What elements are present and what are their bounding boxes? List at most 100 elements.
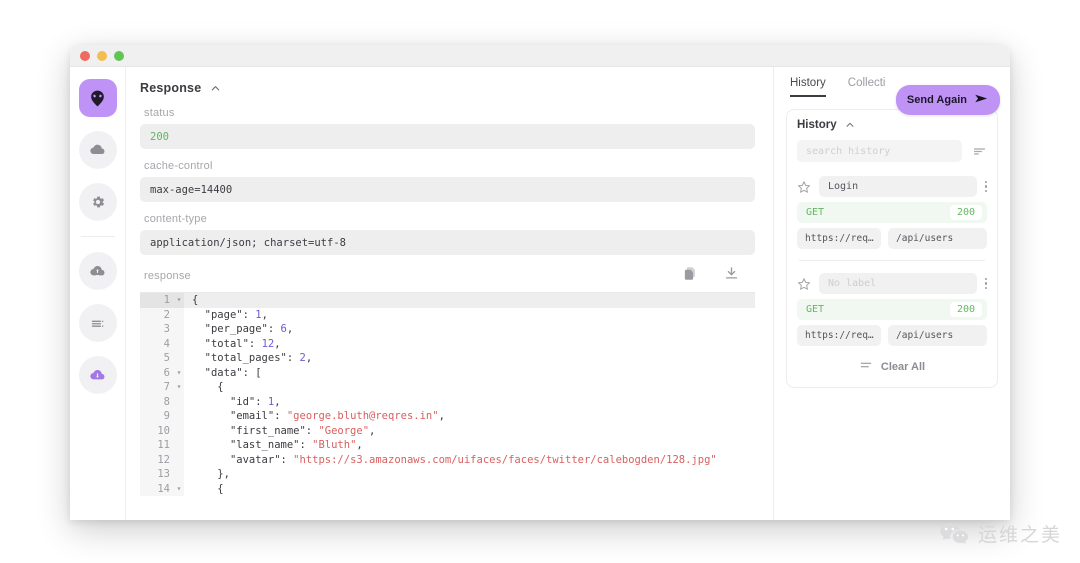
content-type-label: content-type: [144, 213, 755, 225]
list-icon: [89, 315, 106, 332]
sidebar-rail: [70, 67, 126, 520]
history-entry[interactable]: Login GET 200 https://req… /api/users: [797, 176, 987, 249]
response-header: Response: [140, 81, 755, 95]
cloud-icon: [89, 142, 106, 159]
code-text: "id": 1,: [184, 395, 281, 410]
clear-all-label: Clear All: [881, 361, 925, 373]
kebab-icon[interactable]: [985, 181, 988, 193]
sidebar-item-cloud[interactable]: [79, 131, 117, 169]
code-line: 6▾ "data": [: [140, 366, 755, 381]
copy-icon[interactable]: [683, 266, 698, 286]
page-title: Response: [140, 81, 201, 95]
code-text: "first_name": "George",: [184, 424, 375, 439]
sidebar-item-alien[interactable]: [79, 79, 117, 117]
line-number: 5: [140, 351, 174, 366]
send-again-label: Send Again: [907, 94, 967, 106]
fold-spacer: [174, 308, 184, 323]
line-number: 12: [140, 453, 174, 468]
request-path[interactable]: /api/users: [888, 325, 987, 346]
response-actions: [683, 266, 755, 286]
fold-toggle-icon[interactable]: ▾: [174, 380, 184, 395]
code-text: "data": [: [184, 366, 262, 381]
alien-icon: [88, 89, 107, 108]
status-badge: 200: [950, 302, 982, 317]
request-host[interactable]: https://req…: [797, 228, 881, 249]
sidebar-item-cloud-upload[interactable]: [79, 252, 117, 290]
fold-toggle-icon[interactable]: ▾: [174, 366, 184, 381]
content-type-value: application/json; charset=utf-8: [140, 230, 755, 255]
sidebar-item-cloud-download[interactable]: [79, 356, 117, 394]
history-entry-url-row: https://req… /api/users: [797, 325, 987, 346]
history-entry-label[interactable]: Login: [819, 176, 977, 197]
fold-spacer: [174, 424, 184, 439]
code-text: "per_page": 6,: [184, 322, 293, 337]
request-path[interactable]: /api/users: [888, 228, 987, 249]
request-method: GET: [806, 207, 824, 218]
line-number: 2: [140, 308, 174, 323]
minimize-button[interactable]: [97, 51, 107, 61]
code-line: 7▾ {: [140, 380, 755, 395]
sidebar-item-settings[interactable]: [79, 183, 117, 221]
tab-collections[interactable]: Collecti: [848, 77, 886, 97]
cloud-upload-icon: [89, 263, 106, 280]
send-again-button[interactable]: Send Again: [896, 85, 1000, 115]
cloud-download-icon: [89, 367, 106, 384]
send-icon: [974, 91, 989, 109]
kebab-icon[interactable]: [985, 278, 988, 290]
star-icon[interactable]: [797, 277, 811, 291]
code-text: "total": 12,: [184, 337, 281, 352]
wechat-icon: [939, 521, 969, 547]
code-line: 8 "id": 1,: [140, 395, 755, 410]
fold-spacer: [174, 438, 184, 453]
lines-icon: [859, 358, 873, 375]
fold-spacer: [174, 351, 184, 366]
history-pane: History Collecti Send Again History sear…: [774, 67, 1010, 520]
request-host[interactable]: https://req…: [797, 325, 881, 346]
history-card: History search history: [786, 109, 998, 388]
watermark-text: 运维之美: [978, 520, 1062, 547]
chevron-up-icon[interactable]: [210, 83, 221, 94]
history-entry-header: No label: [797, 273, 987, 294]
history-entry[interactable]: No label GET 200 https://req… /api/users: [797, 273, 987, 346]
clear-all-button[interactable]: Clear All: [797, 358, 987, 379]
tab-history[interactable]: History: [790, 77, 826, 97]
line-number: 14: [140, 482, 174, 497]
fold-toggle-icon[interactable]: ▾: [174, 293, 184, 308]
search-input[interactable]: search history: [797, 140, 962, 162]
maximize-button[interactable]: [114, 51, 124, 61]
fold-spacer: [174, 322, 184, 337]
close-button[interactable]: [80, 51, 90, 61]
history-title: History: [797, 119, 837, 131]
sidebar-divider: [81, 236, 115, 237]
history-entry-url-row: https://req… /api/users: [797, 228, 987, 249]
request-method: GET: [806, 304, 824, 315]
fold-toggle-icon[interactable]: ▾: [174, 482, 184, 497]
line-number: 3: [140, 322, 174, 337]
code-text: "last_name": "Bluth",: [184, 438, 363, 453]
history-entry-label[interactable]: No label: [819, 273, 977, 294]
star-icon[interactable]: [797, 180, 811, 194]
response-body-header: response: [140, 266, 755, 286]
response-body-label: response: [144, 270, 191, 282]
code-line: 12 "avatar": "https://s3.amazonaws.com/u…: [140, 453, 755, 468]
history-card-header: History: [797, 119, 987, 131]
line-number: 7: [140, 380, 174, 395]
code-line: 5 "total_pages": 2,: [140, 351, 755, 366]
history-entry-header: Login: [797, 176, 987, 197]
code-text: {: [184, 482, 224, 497]
download-icon[interactable]: [724, 266, 739, 286]
code-line: 14▾ {: [140, 482, 755, 497]
line-number: 11: [140, 438, 174, 453]
history-search-row: search history: [797, 140, 987, 162]
code-line: 13 },: [140, 467, 755, 482]
fold-spacer: [174, 453, 184, 468]
response-code-editor[interactable]: 1▾{2 "page": 1,3 "per_page": 6,4 "total"…: [140, 292, 755, 497]
code-text: {: [184, 293, 198, 308]
code-text: "avatar": "https://s3.amazonaws.com/uifa…: [184, 453, 717, 468]
sidebar-item-list[interactable]: [79, 304, 117, 342]
sort-icon[interactable]: [972, 144, 987, 159]
response-pane: Response status 200 cache-control max-ag…: [126, 67, 774, 520]
chevron-up-icon[interactable]: [845, 120, 855, 130]
code-line: 3 "per_page": 6,: [140, 322, 755, 337]
history-divider: [799, 260, 985, 261]
